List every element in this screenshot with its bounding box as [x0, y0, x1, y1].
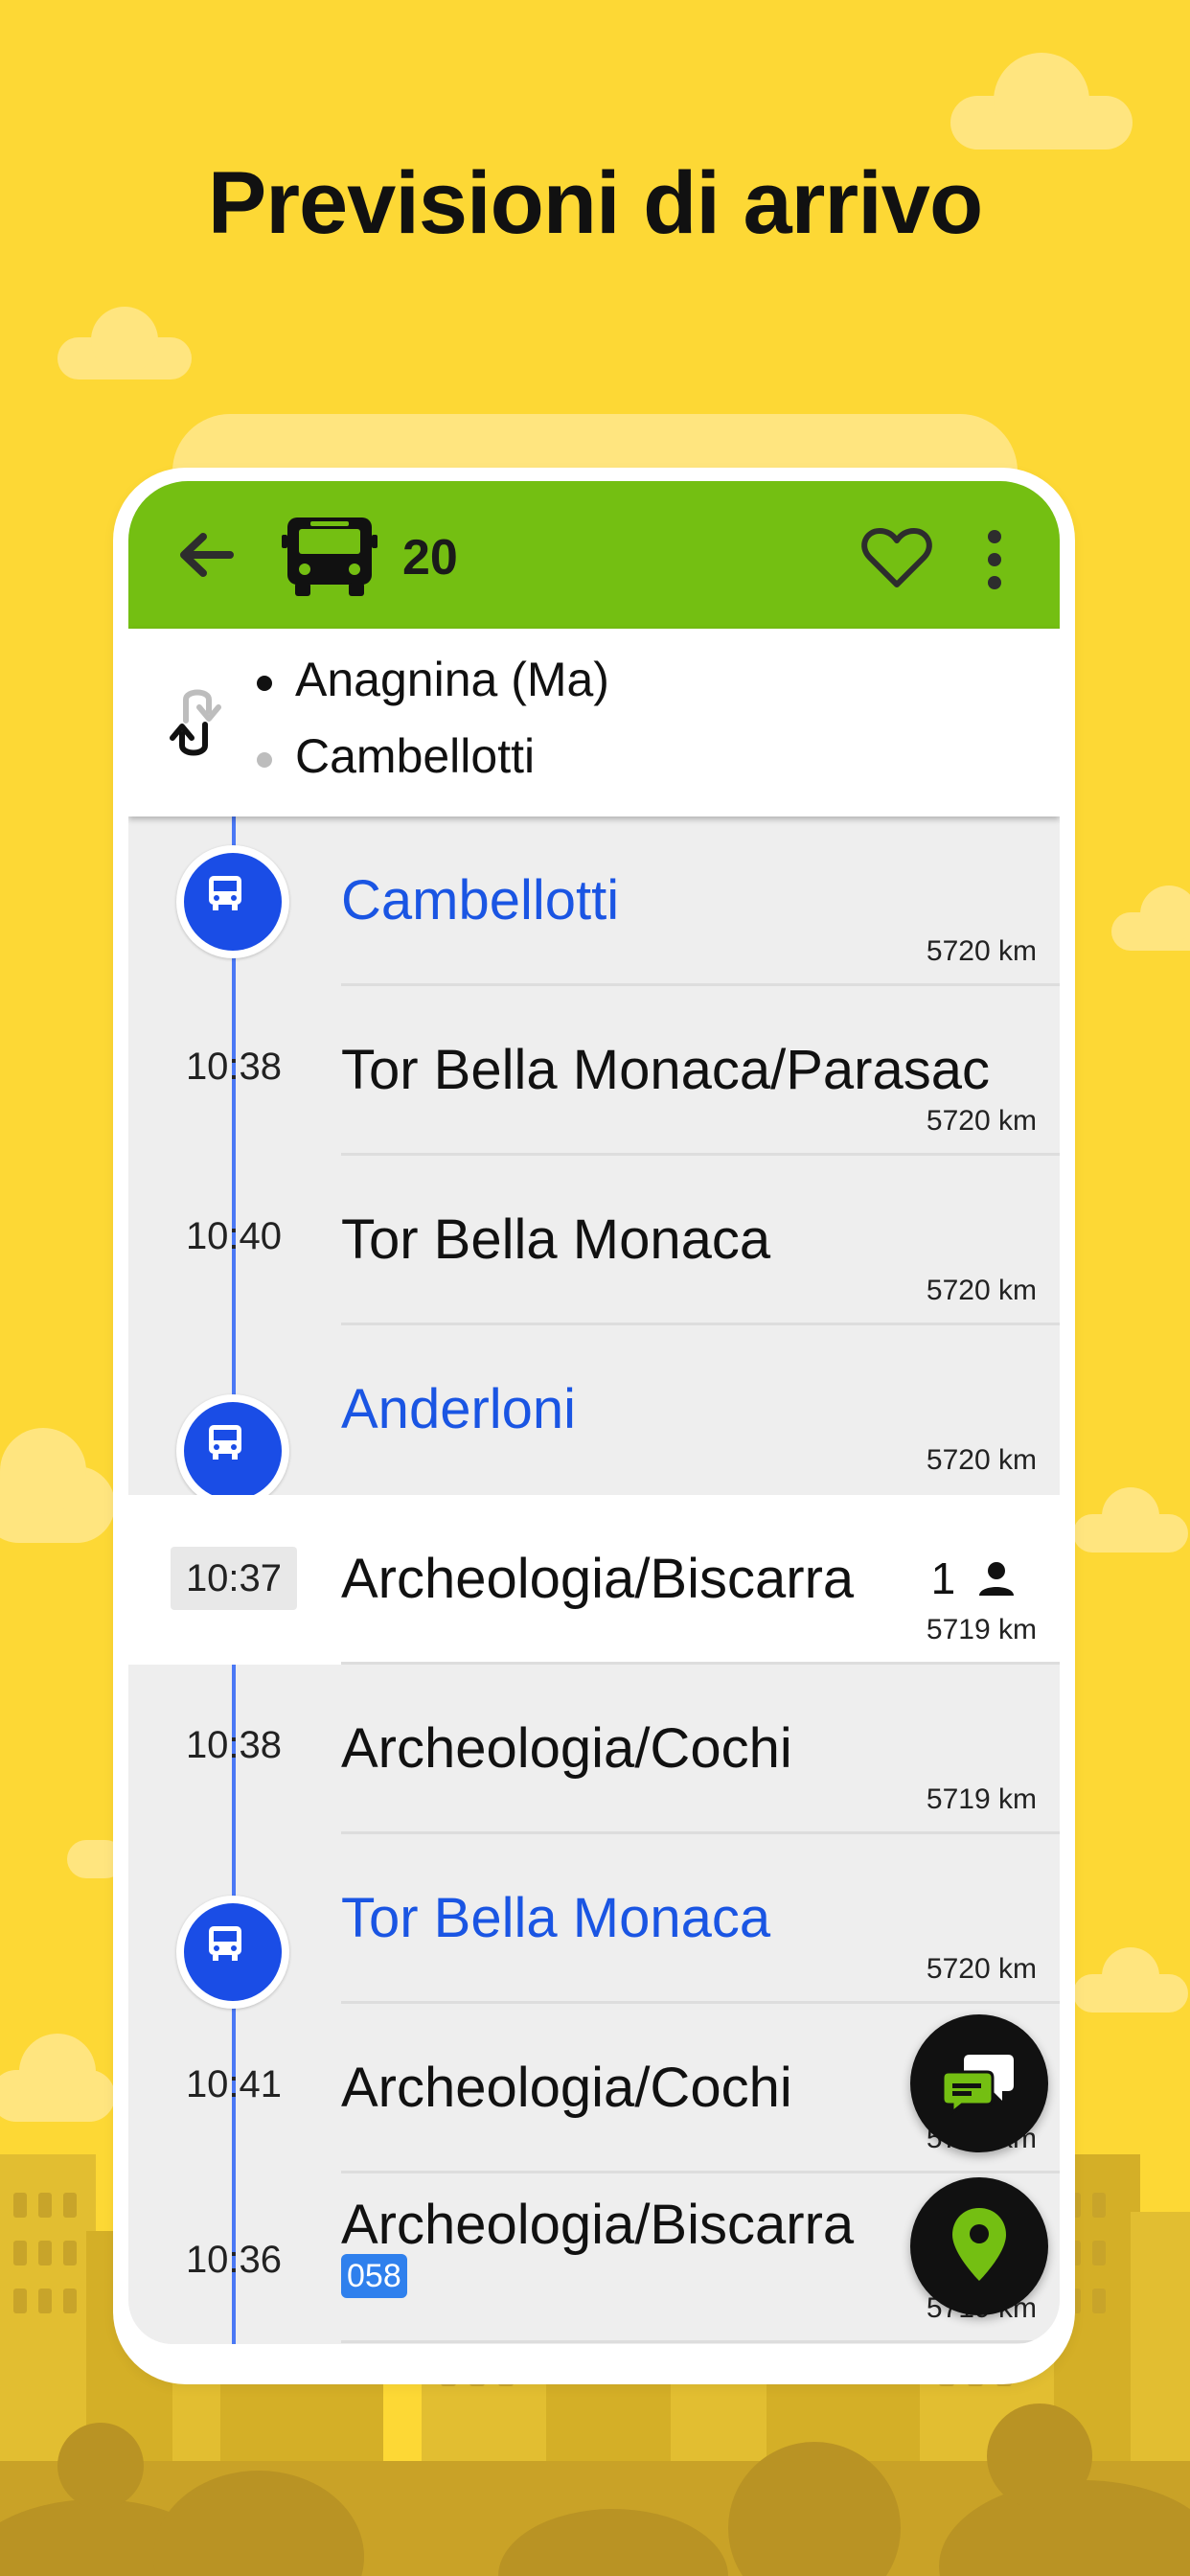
- cloud-decoration: [57, 307, 192, 380]
- cloud-decoration: [1111, 886, 1190, 951]
- bus-position-marker: [176, 1896, 289, 2009]
- bus-icon: [209, 1926, 241, 1961]
- person-icon: [979, 1562, 1014, 1596]
- stop-distance: 5720 km: [926, 1953, 1037, 1985]
- arrival-time: 10:36: [185, 2239, 283, 2281]
- list-item-selected[interactable]: 10:37 Archeologia/Biscarra 1 5719 km: [128, 1495, 1060, 1665]
- heart-outline-icon[interactable]: [860, 527, 933, 595]
- arrival-time: 10:38: [185, 1046, 283, 1088]
- direction-selector[interactable]: Anagnina (Ma) Cambellotti: [128, 629, 1060, 816]
- stop-distance: 5720 km: [926, 1275, 1037, 1306]
- direction-option[interactable]: Anagnina (Ma): [257, 652, 609, 707]
- stop-name: Archeologia/Biscarra: [341, 1548, 855, 1610]
- active-direction-dot: [257, 675, 272, 691]
- stop-name: Archeologia/Cochi: [341, 2057, 792, 2119]
- stop-name: Anderloni: [341, 1378, 577, 1440]
- stop-name: Cambellotti: [341, 869, 620, 932]
- phone-frame: 20 Anagnina (Ma) Cambellotti Cambellotti…: [113, 468, 1075, 2384]
- stop-name: Archeologia/Cochi: [341, 1717, 792, 1780]
- arrival-time: 10:38: [185, 1724, 283, 1766]
- arrow-left-icon[interactable]: [176, 529, 234, 586]
- bus-position-marker: [176, 845, 289, 958]
- arrival-time: 10:41: [185, 2063, 283, 2105]
- arrival-time: 10:40: [185, 1215, 283, 1257]
- stop-name: Tor Bella Monaca: [341, 1887, 771, 1949]
- bus-icon: [209, 1425, 241, 1460]
- stop-name: Tor Bella Monaca: [341, 1208, 771, 1271]
- list-item[interactable]: Anderloni 5720 km: [128, 1325, 1060, 1507]
- stop-name: Archeologia/Biscarra: [341, 2194, 855, 2256]
- cloud-decoration: [1073, 1487, 1188, 1552]
- map-fab-button[interactable]: [910, 2177, 1048, 2315]
- list-item[interactable]: Tor Bella Monaca 5720 km: [128, 1834, 1060, 2009]
- bus-position-marker: [176, 1394, 289, 1507]
- cloud-decoration: [0, 1428, 115, 1543]
- cloud-decoration: [1073, 1947, 1188, 2012]
- app-screen: 20 Anagnina (Ma) Cambellotti Cambellotti…: [128, 481, 1060, 2344]
- app-bar: 20: [128, 481, 1060, 629]
- list-item[interactable]: 10:38 Tor Bella Monaca/Parasac 5720 km: [128, 986, 1060, 1156]
- swap-direction-icon[interactable]: [165, 682, 226, 768]
- stop-distance: 5719 km: [926, 1783, 1037, 1815]
- bus-icon: [209, 876, 241, 910]
- chat-bubbles-icon: [941, 2055, 1014, 2116]
- bus-icon: [282, 516, 378, 603]
- arrival-time: 10:37: [171, 1547, 297, 1610]
- page-headline: Previsioni di arrivo: [207, 154, 983, 252]
- map-pin-icon: [952, 2208, 1006, 2281]
- more-vertical-icon[interactable]: [985, 529, 1004, 595]
- chat-fab-button[interactable]: [910, 2014, 1048, 2152]
- cloud-decoration: [0, 2034, 115, 2122]
- stop-name: Tor Bella Monaca/Parasac: [341, 1039, 990, 1101]
- inactive-direction-dot: [257, 751, 272, 768]
- vehicle-badge: 058: [341, 2254, 407, 2298]
- stop-distance: 5720 km: [926, 1105, 1037, 1137]
- route-number: 20: [402, 530, 458, 586]
- stop-distance: 5719 km: [926, 1614, 1037, 1645]
- stop-distance: 5720 km: [926, 935, 1037, 967]
- direction-option[interactable]: Cambellotti: [257, 728, 535, 784]
- list-item[interactable]: 10:38 Archeologia/Cochi 5719 km: [128, 1665, 1060, 1834]
- list-item[interactable]: Cambellotti 5720 km: [128, 816, 1060, 986]
- stop-distance: 5720 km: [926, 1444, 1037, 1476]
- list-item[interactable]: 10:40 Tor Bella Monaca 5720 km: [128, 1156, 1060, 1325]
- cloud-decoration: [950, 53, 1133, 150]
- occupancy-count: 1: [931, 1552, 1016, 1604]
